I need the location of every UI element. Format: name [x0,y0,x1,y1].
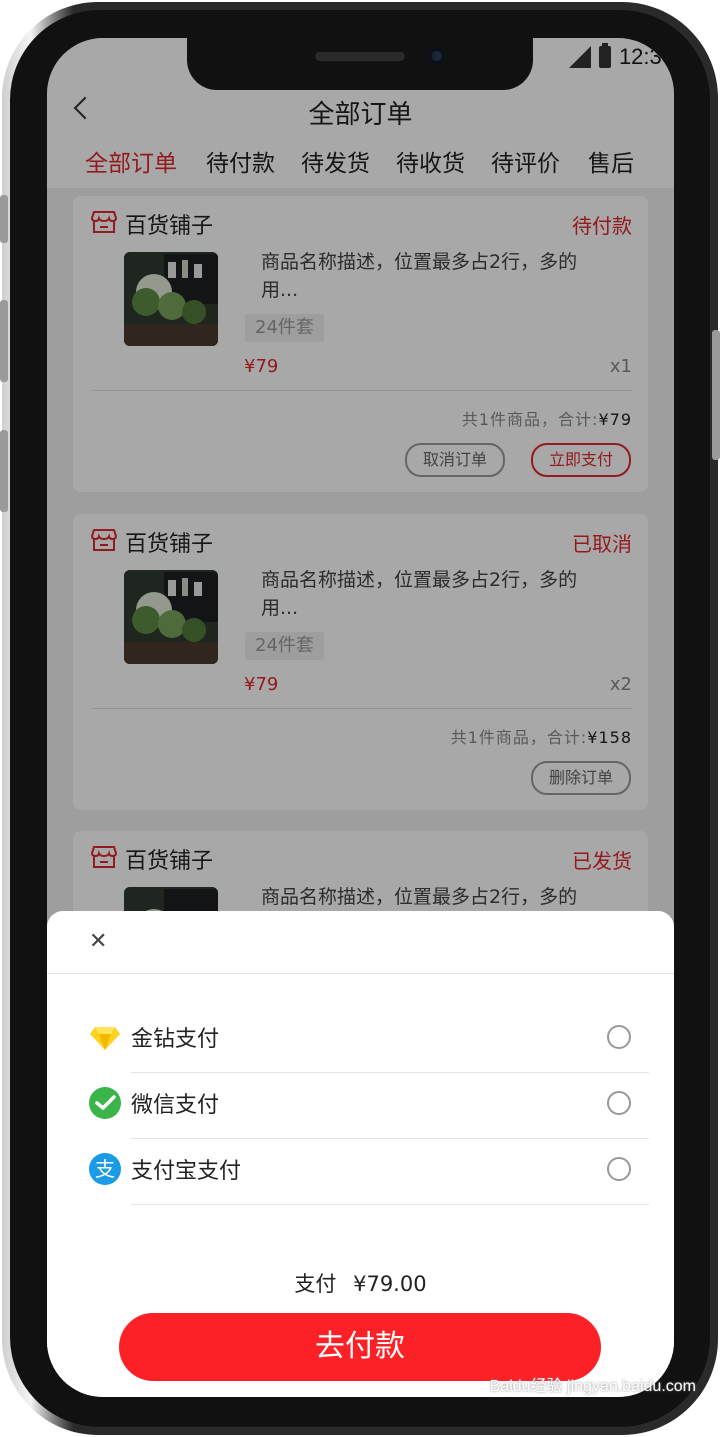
volume-up-button [0,300,8,382]
order-status: 已发货 [572,849,632,873]
go-pay-button[interactable]: 去付款 [119,1313,601,1381]
order-status: 已取消 [572,532,632,556]
alipay-icon: 支 [89,1153,121,1185]
payment-sheet: ✕ 金钻支付 微信支付 支 支付宝支付 支付 ¥79.00 去付款 [47,911,674,1397]
row-divider [131,1204,649,1205]
shop-icon [91,529,117,551]
order-summary: 共1件商品，合计:¥158 [451,724,632,748]
product-price: ¥79 [244,674,279,695]
signal-icon [568,46,591,68]
tab-all-orders[interactable]: 全部订单 [85,144,177,178]
close-icon[interactable]: ✕ [89,929,107,954]
front-camera [428,47,446,65]
radio-button[interactable] [607,1025,631,1049]
battery-icon [598,43,611,68]
divider [91,390,632,391]
product-price: ¥79 [244,356,279,377]
cancel-order-button[interactable]: 取消订单 [405,443,506,477]
tab-after-sales[interactable]: 售后 [588,144,634,178]
wechat-icon [89,1087,121,1119]
status-time: 12:30 [618,44,674,69]
radio-button[interactable] [607,1157,631,1181]
product-quantity: x1 [609,356,632,377]
order-tabs: 全部订单 待付款 待发货 待收货 待评价 售后 [47,144,674,188]
svg-text:支: 支 [95,1157,115,1181]
shop-icon [91,211,117,233]
product-quantity: x2 [609,674,632,695]
pay-amount-label: 支付 [294,1272,337,1296]
product-spec: 24件套 [245,632,324,660]
tab-pending-review[interactable]: 待评价 [491,144,560,178]
payment-option-label: 金钻支付 [131,1027,220,1052]
divider [91,708,632,709]
payment-option-diamond[interactable]: 金钻支付 [89,1007,649,1073]
shop-icon [91,846,117,868]
baidu-watermark: Baidu经验 jingyan.baidu.com [489,1378,696,1395]
payment-option-label: 微信支付 [131,1093,220,1118]
payment-option-label: 支付宝支付 [131,1159,242,1184]
page-title: 全部订单 [308,100,413,130]
product-spec: 24件套 [245,314,324,342]
order-card: 百货铺子 已取消 商品名称描述，位置最多占2行，多的用... 24件套 ¥79 … [73,514,648,810]
pay-now-button[interactable]: 立即支付 [531,443,632,477]
mute-switch [0,195,8,243]
order-status: 待付款 [572,214,632,238]
pay-amount: 支付 ¥79.00 [47,1268,674,1298]
shop-name: 百货铺子 [125,532,214,557]
product-description: 商品名称描述，位置最多占2行，多的 [261,886,578,908]
diamond-icon [90,1027,120,1050]
speaker [315,52,405,61]
shop-name: 百货铺子 [125,214,214,239]
order-card: 百货铺子 待付款 商品名称描述，位置最多占2行，多的用... 24件套 ¥79 … [73,196,648,492]
order-summary: 共1件商品，合计:¥79 [462,406,632,430]
nav-bar: 全部订单 [47,90,674,140]
payment-option-alipay[interactable]: 支 支付宝支付 [89,1139,649,1205]
notch [187,38,533,90]
payment-option-wechat[interactable]: 微信支付 [89,1073,649,1139]
power-button [712,330,720,460]
product-description: 商品名称描述，位置最多占2行，多的用... [261,569,578,619]
status-bar: 12:30 [568,42,674,72]
pay-amount-value: ¥79.00 [353,1272,427,1296]
product-thumbnail[interactable] [124,570,218,664]
product-description: 商品名称描述，位置最多占2行，多的用... [261,251,578,301]
delete-order-button[interactable]: 删除订单 [531,761,632,795]
tab-pending-receipt[interactable]: 待收货 [396,144,465,178]
volume-down-button [0,430,8,512]
sheet-divider [47,973,674,974]
shop-name: 百货铺子 [125,849,214,874]
summary-total: ¥79 [598,410,632,429]
summary-label: 共1件商品，合计: [461,410,599,429]
tab-pending-payment[interactable]: 待付款 [206,144,275,178]
phone-screen: 12:30 全部订单 全部订单 待付款 待发货 待收货 待评价 售后 百货铺子 … [47,38,674,1397]
summary-label: 共1件商品，合计: [450,728,588,747]
summary-total: ¥158 [587,728,632,747]
product-thumbnail[interactable] [124,252,218,346]
tab-pending-shipment[interactable]: 待发货 [301,144,370,178]
radio-button[interactable] [607,1091,631,1115]
